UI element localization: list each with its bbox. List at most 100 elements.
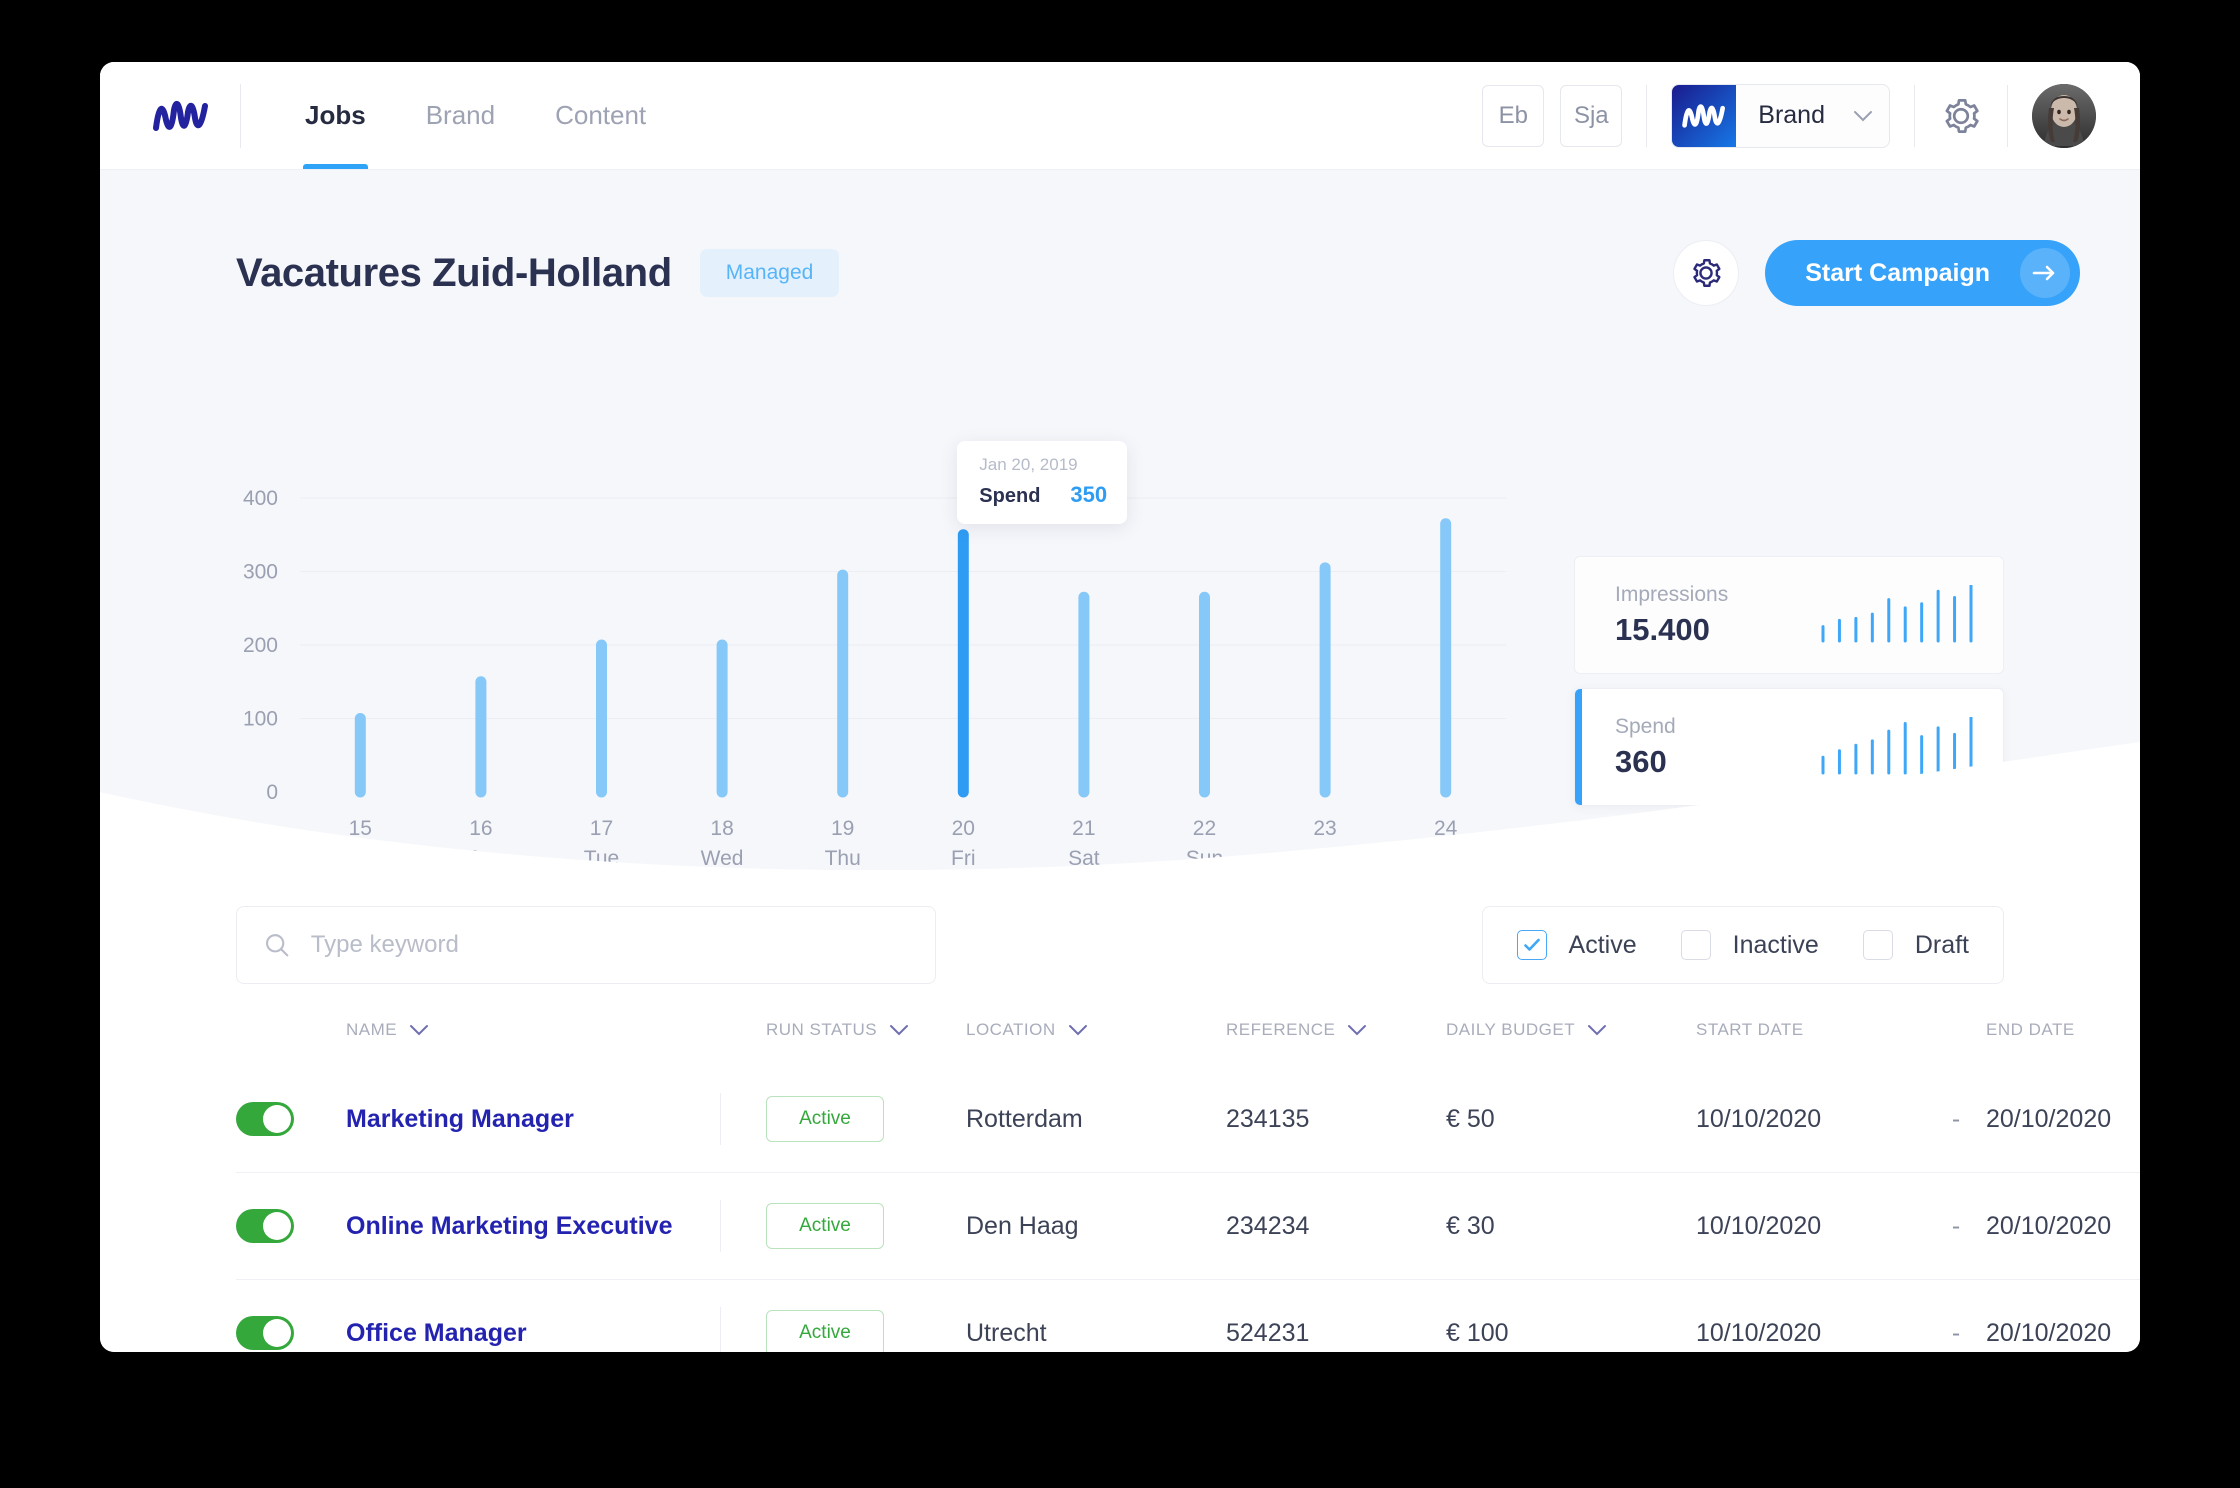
metric-card-impressions[interactable]: Impressions 15.400 [1574, 556, 2004, 674]
th-name: NAME [346, 1020, 766, 1066]
sort-name[interactable]: NAME [346, 1020, 429, 1040]
run-status-badge: Active [766, 1310, 884, 1352]
row-reference-cell: 524231 [1226, 1279, 1446, 1352]
th-location-label: LOCATION [966, 1020, 1056, 1039]
brand-selector[interactable]: Brand [1671, 83, 1890, 148]
filter-active[interactable]: Active [1516, 930, 1637, 960]
tooltip-date: Jan 20, 2019 [979, 454, 1078, 474]
th-dash-spacer [1926, 1020, 1986, 1066]
row-start-date-cell: 10/10/2020 [1696, 1104, 1822, 1133]
th-start-date: START DATE [1696, 1020, 1804, 1039]
campaign-settings-button[interactable] [1673, 240, 1740, 306]
row-date-separator: - [1926, 1172, 1986, 1280]
table-header-row: NAME RUN STATUS LOCATION REFERENCE DAILY… [236, 1020, 2140, 1066]
start-campaign-button[interactable]: Start Campaign [1765, 240, 2080, 306]
table-row[interactable]: Online Marketing Executive Active Den Haag… [236, 1172, 2140, 1280]
jobs-table-section: Active Inactive Draft NAME [100, 870, 2140, 1352]
jobs-toolbar: Active Inactive Draft [236, 870, 2004, 984]
th-run-status-label: RUN STATUS [766, 1020, 878, 1039]
workspace-chip-eb[interactable]: Eb [1482, 84, 1545, 147]
sort-location[interactable]: LOCATION [966, 1020, 1088, 1040]
row-budget-cell: € 50 [1446, 1104, 1495, 1133]
job-enabled-toggle[interactable] [236, 1316, 294, 1350]
run-status-badge: Active [766, 1096, 884, 1142]
tab-brand[interactable]: Brand [396, 62, 525, 169]
row-start-date-cell: 10/10/2020 [1696, 1279, 1926, 1352]
metric-card-text: Impressions 15.400 [1615, 580, 1728, 650]
row-toggle-cell [236, 1279, 346, 1352]
app-header: Jobs Brand Content Eb Sja Brand [100, 62, 2140, 170]
jobs-table-body: Marketing Manager Active Rotterdam 234135 € … [236, 1066, 2140, 1352]
th-name-label: NAME [346, 1020, 398, 1039]
workspace-chip-sja[interactable]: Sja [1560, 84, 1623, 147]
th-daily-budget: DAILY BUDGET [1446, 1020, 1696, 1066]
status-filter-group: Active Inactive Draft [1481, 906, 2004, 984]
jobs-table: NAME RUN STATUS LOCATION REFERENCE DAILY… [236, 1020, 2140, 1352]
metric-label: Spend [1615, 715, 1676, 738]
chevron-down-icon [1588, 1025, 1607, 1036]
job-enabled-toggle[interactable] [236, 1102, 294, 1136]
mw-logo-icon[interactable] [144, 91, 218, 141]
checkbox-inactive[interactable] [1680, 930, 1711, 960]
row-location-cell: Den Haag [966, 1172, 1226, 1280]
row-location-cell: Rotterdam [966, 1104, 1083, 1133]
table-row[interactable]: Office Manager Active Utrecht 524231 € 100 10… [236, 1279, 2140, 1352]
row-end-date-cell: 20/10/2020 [1986, 1104, 2112, 1133]
filter-label: Draft [1914, 930, 1969, 959]
job-enabled-toggle[interactable] [236, 1209, 294, 1243]
checkbox-draft[interactable] [1862, 930, 1893, 960]
filter-inactive[interactable]: Inactive [1680, 930, 1819, 960]
search-input[interactable] [310, 931, 909, 959]
app-window: Jobs Brand Content Eb Sja Brand Vacature… [100, 62, 2140, 1352]
search-box[interactable] [236, 906, 936, 984]
row-status-cell: Active [766, 1172, 966, 1280]
sort-run-status[interactable]: RUN STATUS [766, 1020, 909, 1040]
row-toggle-cell [236, 1172, 346, 1280]
job-name-link[interactable]: Online Marketing Executive [346, 1212, 673, 1240]
tab-jobs[interactable]: Jobs [275, 62, 396, 169]
tooltip-metric: Spend [979, 484, 1041, 507]
filter-draft[interactable]: Draft [1862, 930, 1969, 960]
row-reference-cell: 234234 [1226, 1172, 1446, 1280]
row-reference-cell: 234135 [1226, 1104, 1310, 1133]
job-name-link[interactable]: Marketing Manager [346, 1105, 574, 1133]
row-status-cell: Active [766, 1279, 966, 1352]
section-wave-divider [100, 742, 2140, 870]
row-start-date-cell: 10/10/2020 [1696, 1172, 1926, 1280]
row-name-cell: Office Manager [346, 1279, 766, 1352]
page-actions: Start Campaign [1673, 240, 2080, 306]
checkbox-active[interactable] [1516, 930, 1547, 960]
header-divider [240, 83, 241, 148]
sort-reference[interactable]: REFERENCE [1226, 1020, 1367, 1040]
chevron-down-icon [410, 1025, 429, 1036]
start-campaign-label: Start Campaign [1805, 258, 1990, 287]
row-status-cell: Active [766, 1066, 966, 1173]
sort-daily-budget[interactable]: DAILY BUDGET [1446, 1020, 1607, 1040]
y-axis-tick: 200 [243, 634, 278, 657]
page-title: Vacatures Zuid-Holland [236, 250, 672, 295]
toggle-knob [263, 1105, 291, 1133]
job-name-link[interactable]: Office Manager [346, 1319, 527, 1347]
chart-tooltip: Jan 20, 2019 Spend 350 [957, 440, 1128, 524]
chevron-down-icon [1854, 110, 1872, 121]
filter-label: Active [1568, 930, 1637, 959]
toggle-knob [263, 1319, 291, 1347]
table-row[interactable]: Marketing Manager Active Rotterdam 234135 € … [236, 1066, 2140, 1173]
brand-logo-icon [1672, 84, 1737, 147]
page-title-row: Vacatures Zuid-Holland Managed Start Cam… [100, 240, 2140, 306]
tooltip-value: 350 [1070, 481, 1108, 507]
row-budget-cell: € 100 [1446, 1279, 1696, 1352]
gear-icon [1693, 259, 1721, 287]
metric-label: Impressions [1615, 583, 1729, 606]
settings-button[interactable] [1939, 94, 1983, 138]
tab-content[interactable]: Content [525, 62, 676, 169]
header-separator-2 [1914, 84, 1915, 147]
row-date-separator: - [1926, 1279, 1986, 1352]
th-reference-label: REFERENCE [1226, 1020, 1336, 1039]
avatar[interactable] [2032, 83, 2096, 148]
th-location: LOCATION [966, 1020, 1226, 1066]
chevron-down-icon [890, 1025, 909, 1036]
metric-sparkline [1821, 585, 1973, 643]
row-location-cell: Utrecht [966, 1279, 1226, 1352]
status-badge: Managed [699, 249, 840, 297]
